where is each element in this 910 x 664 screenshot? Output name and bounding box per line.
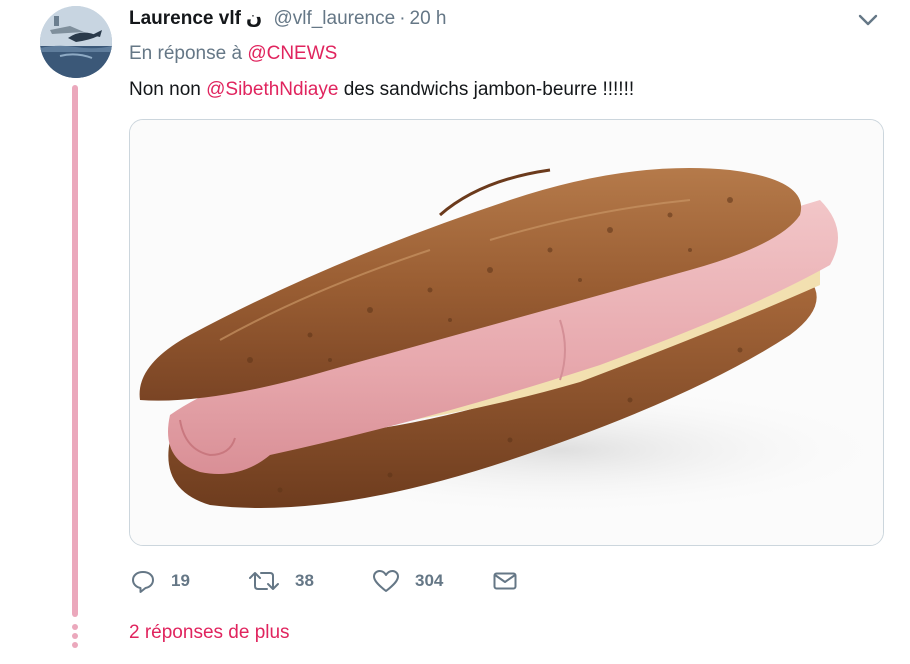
ham-baguette-sandwich-image — [130, 120, 883, 545]
thread-dot — [72, 633, 78, 639]
reply-action[interactable]: 19 — [129, 565, 190, 597]
tweet-text-prefix: Non non — [129, 79, 201, 100]
direct-message-action[interactable] — [491, 565, 519, 597]
avatar[interactable] — [40, 6, 112, 78]
header-separator: · — [399, 8, 406, 29]
reply-prefix: En réponse à — [129, 43, 243, 64]
author-name-glyph: ن — [245, 8, 263, 29]
retweet-icon — [249, 572, 279, 590]
tweet-header: Laurence vlf ن @vlf_laurence · 20 h — [129, 6, 447, 32]
tweet[interactable]: Laurence vlf ن @vlf_laurence · 20 h En répo… — [0, 0, 910, 664]
retweet-count: 38 — [295, 571, 314, 590]
tweet-timestamp[interactable]: 20 h — [410, 8, 447, 29]
retweet-action[interactable]: 38 — [247, 565, 314, 597]
thread-dot — [72, 642, 78, 648]
reply-mention-link[interactable]: @CNEWS — [247, 43, 337, 64]
author-name[interactable]: Laurence vlf — [129, 8, 241, 29]
tweet-text-suffix: des sandwichs jambon-beurre !!!!!! — [343, 79, 635, 100]
reply-count: 19 — [171, 571, 190, 590]
author-handle[interactable]: @vlf_laurence — [273, 8, 395, 29]
tweet-menu-button[interactable] — [856, 10, 880, 30]
tweet-text: Non non @SibethNdiaye des sandwichs jamb… — [129, 77, 634, 103]
like-action[interactable]: 304 — [371, 565, 443, 597]
reply-bubble-icon — [132, 571, 154, 593]
chevron-down-icon — [858, 14, 878, 26]
thread-dot — [72, 624, 78, 630]
avatar-image — [40, 6, 112, 78]
heart-icon — [373, 570, 399, 592]
thread-dots — [71, 624, 79, 651]
thread-line — [72, 85, 78, 617]
more-replies-link[interactable]: 2 réponses de plus — [129, 620, 290, 646]
envelope-icon — [493, 572, 517, 590]
tweet-mention-link[interactable]: @SibethNdiaye — [206, 79, 338, 100]
reply-context: En réponse à @CNEWS — [129, 41, 337, 67]
tweet-media-image[interactable] — [129, 119, 884, 546]
like-count: 304 — [415, 571, 444, 590]
